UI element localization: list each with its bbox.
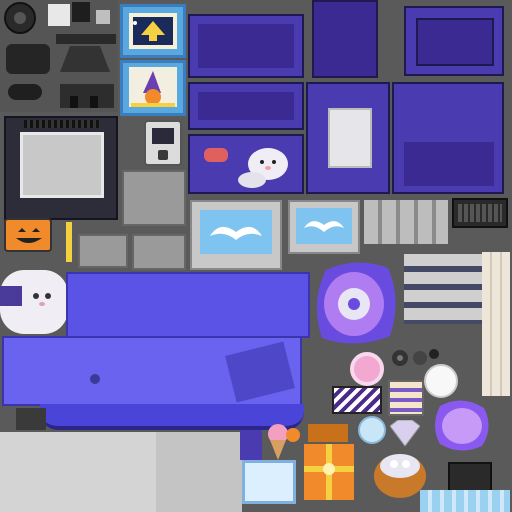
couch-seat [2, 336, 302, 406]
couch-button [90, 374, 100, 384]
couch-leg [16, 408, 46, 430]
grey-block-b [78, 234, 128, 268]
cabinet-panel-a-inner [198, 24, 294, 68]
arcade-poster-pumpkin [120, 60, 186, 116]
witch-hat-icon [129, 67, 177, 107]
speaker-parts-drawing [4, 2, 116, 108]
arcade-poster-rocket [120, 4, 186, 58]
disc-icon [435, 400, 489, 451]
wood-planks [482, 252, 510, 396]
cabinet-panel-g [392, 82, 504, 194]
monitor-right-screen [296, 208, 352, 244]
lilac-disc [430, 396, 492, 454]
cabinet-panel-f [306, 82, 390, 194]
bat-small-icon [304, 221, 344, 232]
white-ball [424, 364, 458, 398]
pumpkin-icon [16, 228, 42, 243]
pumpkin-sticker [4, 218, 52, 252]
monitor-stand-parts [364, 200, 448, 244]
handheld-device [144, 120, 182, 166]
keyboard [452, 198, 508, 228]
floor-tile-right [156, 432, 242, 512]
candy-stick [66, 222, 72, 262]
ghost-pillow [0, 266, 68, 338]
cabinet-panel-d [312, 0, 378, 78]
gem-icon [389, 419, 421, 447]
handheld-button [158, 150, 168, 160]
purple-trim [240, 430, 262, 460]
diamond-gem [389, 419, 421, 447]
ice-cream [264, 422, 292, 462]
tv-screen [20, 132, 104, 198]
purple-rug [312, 258, 398, 348]
cabinet-panel-b [188, 82, 304, 130]
cabinet-shelf-item [204, 148, 228, 162]
cabinet-panel-e [404, 6, 504, 76]
texture-atlas [0, 0, 512, 512]
couch-cushion-patch [225, 341, 295, 403]
cabinet-panel-e-inner [416, 18, 494, 66]
gift-icon [304, 424, 354, 500]
layer-cake [388, 380, 424, 416]
handheld-screen [152, 128, 174, 144]
orange-button [286, 428, 300, 442]
orange-gift-box [302, 418, 356, 502]
grey-block-c [132, 234, 186, 270]
ghost-plush [236, 144, 294, 190]
blue-tray [242, 460, 296, 504]
grey-tv-console [4, 116, 118, 220]
ghost-icon [238, 148, 288, 188]
couch-back [66, 272, 310, 338]
tv-grille [24, 120, 100, 128]
rocket-icon [129, 13, 177, 49]
cabinet-panel-a [188, 14, 304, 78]
bat-icon [210, 226, 262, 240]
grey-block-a [122, 170, 186, 226]
donut [350, 352, 384, 386]
ice-cream-icon [268, 424, 288, 460]
cabinet-panel-g-inner [404, 142, 494, 186]
monitor-left-screen [200, 210, 272, 254]
shelf-unit [404, 254, 482, 324]
cabinet-door-window [328, 108, 372, 168]
lace-strip [420, 490, 510, 512]
cabinet-panel-b-inner [198, 92, 294, 120]
keyboard-keys [458, 204, 502, 222]
ghost-pillow-icon [0, 270, 68, 334]
floor-tile-left [0, 432, 156, 512]
striped-box [332, 386, 382, 414]
monitor-left [190, 200, 282, 270]
monitor-right [288, 200, 360, 254]
speaker-parts [0, 0, 118, 112]
rug-icon [316, 262, 396, 344]
crystal-orb [358, 416, 386, 444]
